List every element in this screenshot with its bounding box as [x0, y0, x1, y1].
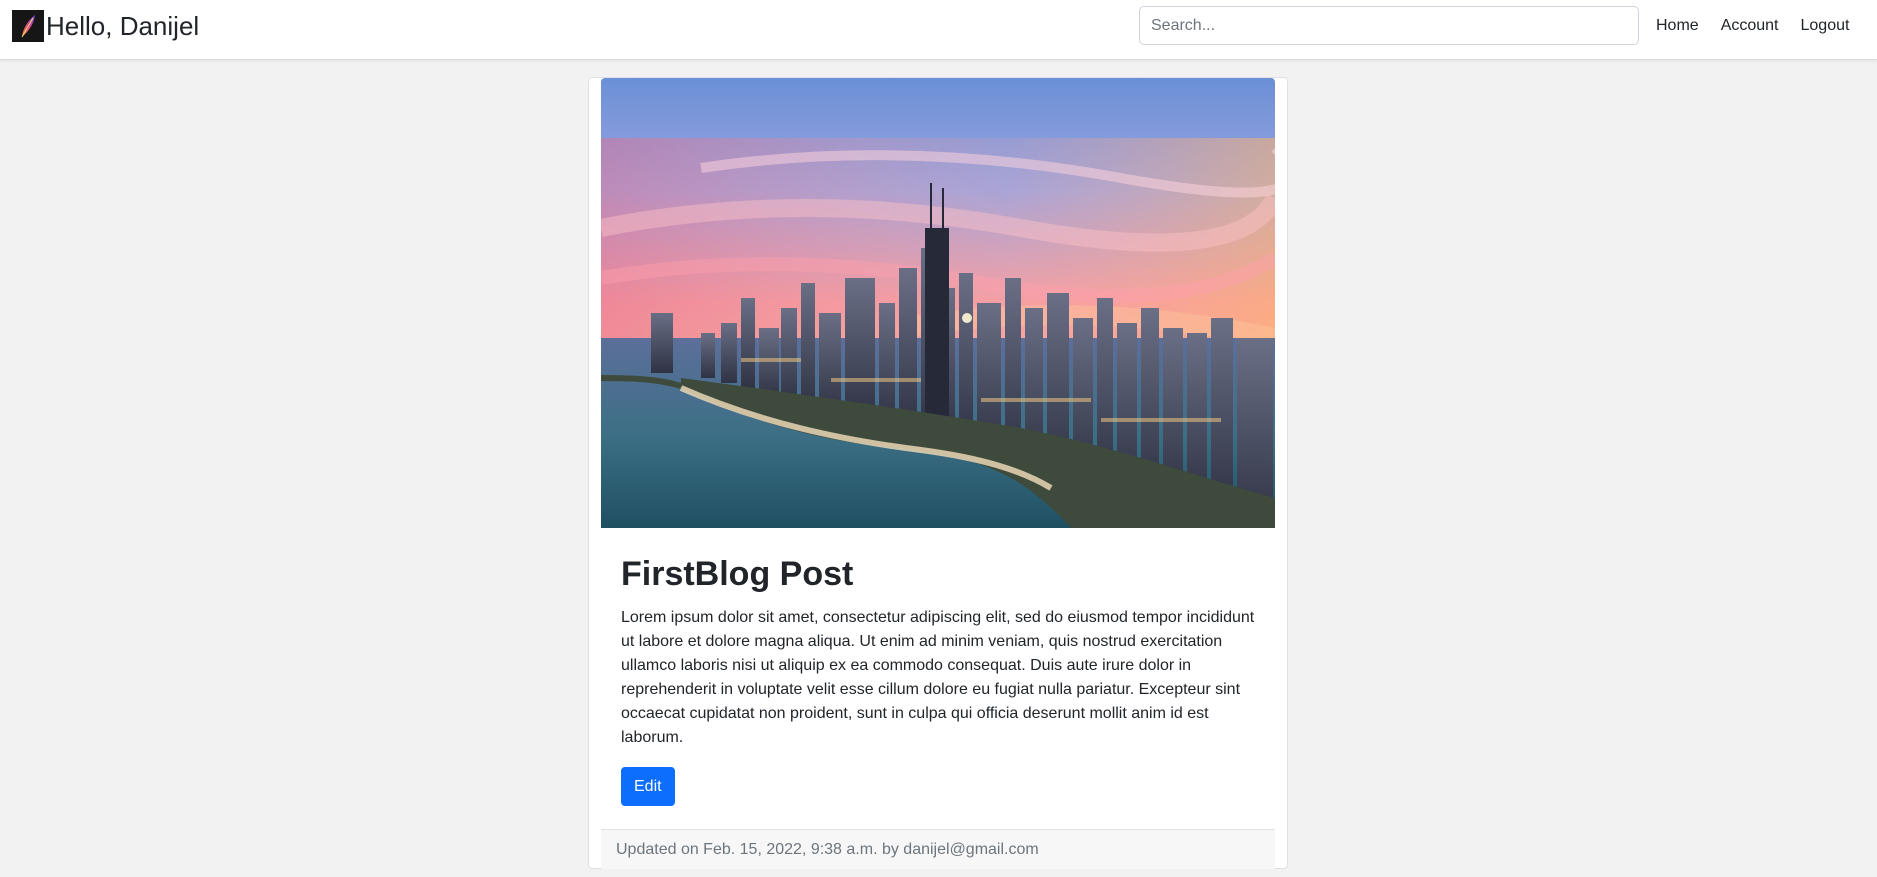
nav-link-home[interactable]: Home [1656, 17, 1699, 35]
post-body: FirstBlog Post Lorem ipsum dolor sit ame… [621, 552, 1257, 806]
brand-link[interactable]: Hello, Danijel [12, 10, 199, 42]
navbar: Hello, Danijel Home Account Logout [0, 0, 1877, 60]
post-image [601, 78, 1275, 528]
post-title: FirstBlog Post [621, 555, 854, 593]
nav-link-logout[interactable]: Logout [1801, 17, 1850, 35]
post-footer: Updated on Feb. 15, 2022, 9:38 a.m. by d… [601, 829, 1275, 869]
blog-post-card: FirstBlog Post Lorem ipsum dolor sit ame… [588, 77, 1288, 869]
edit-button[interactable]: Edit [621, 767, 675, 806]
nav-link-account[interactable]: Account [1721, 17, 1779, 35]
brand-text: Hello, Danijel [46, 11, 200, 41]
nav-links: Home Account Logout [1656, 0, 1849, 51]
feather-logo-icon [12, 10, 44, 42]
post-text: Lorem ipsum dolor sit amet, consectetur … [621, 609, 1255, 746]
search-input[interactable] [1139, 6, 1639, 45]
